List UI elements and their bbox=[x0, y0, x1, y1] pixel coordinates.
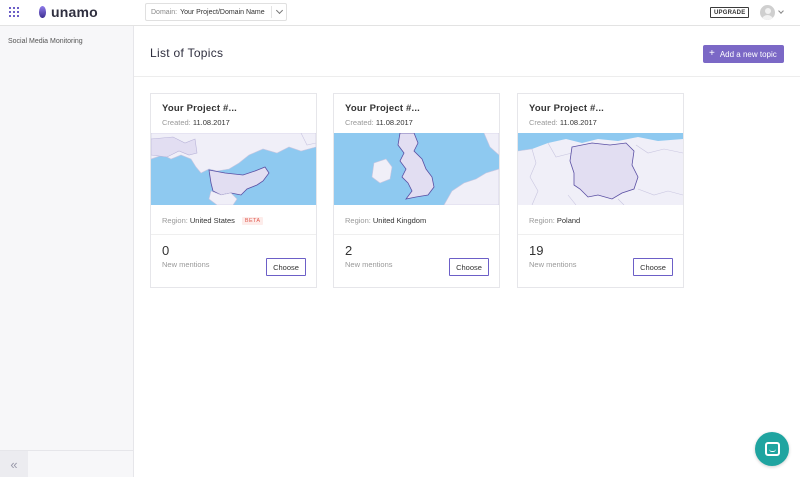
created-label: Created: bbox=[345, 118, 374, 127]
add-new-topic-label: Add a new topic bbox=[719, 49, 777, 59]
collapse-sidebar-button[interactable]: « bbox=[0, 451, 28, 477]
topic-region: Region: United States BETA bbox=[162, 216, 264, 225]
map-united-states-icon bbox=[151, 133, 316, 205]
map-poland-icon bbox=[518, 133, 683, 205]
plus-icon: + bbox=[709, 48, 715, 59]
apps-grid-icon[interactable] bbox=[9, 7, 19, 17]
logo[interactable]: unamo bbox=[39, 4, 98, 20]
logo-text: unamo bbox=[51, 4, 98, 20]
region-label: Region: bbox=[529, 216, 555, 225]
beta-badge: BETA bbox=[241, 216, 264, 225]
chevron-down-icon bbox=[275, 6, 283, 15]
domain-divider bbox=[270, 6, 272, 18]
created-date: 11.08.2017 bbox=[559, 118, 597, 127]
mentions-label: New mentions bbox=[345, 260, 393, 269]
card-divider bbox=[151, 234, 316, 235]
map-united-kingdom-icon bbox=[334, 133, 499, 205]
topic-region: Region: United Kingdom bbox=[345, 216, 426, 225]
chat-icon bbox=[764, 442, 780, 456]
topic-created: Created: 11.08.2017 bbox=[529, 118, 597, 127]
topic-title: Your Project #... bbox=[345, 103, 421, 114]
mentions-label: New mentions bbox=[162, 260, 210, 269]
topic-title: Your Project #... bbox=[162, 103, 238, 114]
card-divider bbox=[518, 234, 683, 235]
avatar bbox=[760, 5, 775, 20]
created-label: Created: bbox=[162, 118, 191, 127]
choose-button[interactable]: Choose bbox=[266, 258, 306, 276]
created-date: 11.08.2017 bbox=[375, 118, 413, 127]
region-label: Region: bbox=[162, 216, 188, 225]
mentions-count: 2 bbox=[345, 243, 353, 258]
topic-card: Your Project #... Created: 11.08.2017 Re… bbox=[150, 93, 317, 288]
region-label: Region: bbox=[345, 216, 371, 225]
double-chevron-left-icon: « bbox=[10, 456, 18, 472]
region-value: Poland bbox=[556, 216, 581, 225]
chevron-down-icon bbox=[778, 8, 784, 14]
mentions-label: New mentions bbox=[529, 260, 577, 269]
sidebar: Social Media Monitoring « bbox=[0, 26, 134, 477]
topic-title: Your Project #... bbox=[529, 103, 605, 114]
region-value: United States bbox=[189, 216, 235, 225]
topic-created: Created: 11.08.2017 bbox=[162, 118, 230, 127]
user-menu[interactable] bbox=[760, 5, 784, 20]
created-date: 11.08.2017 bbox=[192, 118, 230, 127]
upgrade-button[interactable]: UPGRADE bbox=[710, 7, 750, 18]
topic-card: Your Project #... Created: 11.08.2017 Re… bbox=[333, 93, 500, 288]
region-value: United Kingdom bbox=[372, 216, 427, 225]
choose-button[interactable]: Choose bbox=[449, 258, 489, 276]
topic-region: Region: Poland bbox=[529, 216, 580, 225]
mentions-count: 0 bbox=[162, 243, 170, 258]
topic-created: Created: 11.08.2017 bbox=[345, 118, 413, 127]
topic-card: Your Project #... Created: 11.08.2017 Re… bbox=[517, 93, 684, 288]
sidebar-item-social-media-monitoring[interactable]: Social Media Monitoring bbox=[8, 38, 83, 45]
mentions-count: 19 bbox=[529, 243, 544, 258]
choose-button[interactable]: Choose bbox=[633, 258, 673, 276]
domain-select[interactable]: Domain: Your Project/Domain Name bbox=[145, 3, 287, 21]
top-bar: unamo Domain: Your Project/Domain Name U… bbox=[0, 0, 800, 26]
page-title: List of Topics bbox=[150, 46, 224, 60]
domain-value: Your Project/Domain Name bbox=[180, 8, 265, 16]
chat-launcher-button[interactable] bbox=[755, 432, 789, 466]
domain-label: Domain: bbox=[151, 8, 178, 16]
card-divider bbox=[334, 234, 499, 235]
header-divider bbox=[134, 76, 800, 77]
add-new-topic-button[interactable]: + Add a new topic bbox=[703, 45, 784, 63]
logo-mark-icon bbox=[39, 6, 46, 18]
created-label: Created: bbox=[529, 118, 558, 127]
